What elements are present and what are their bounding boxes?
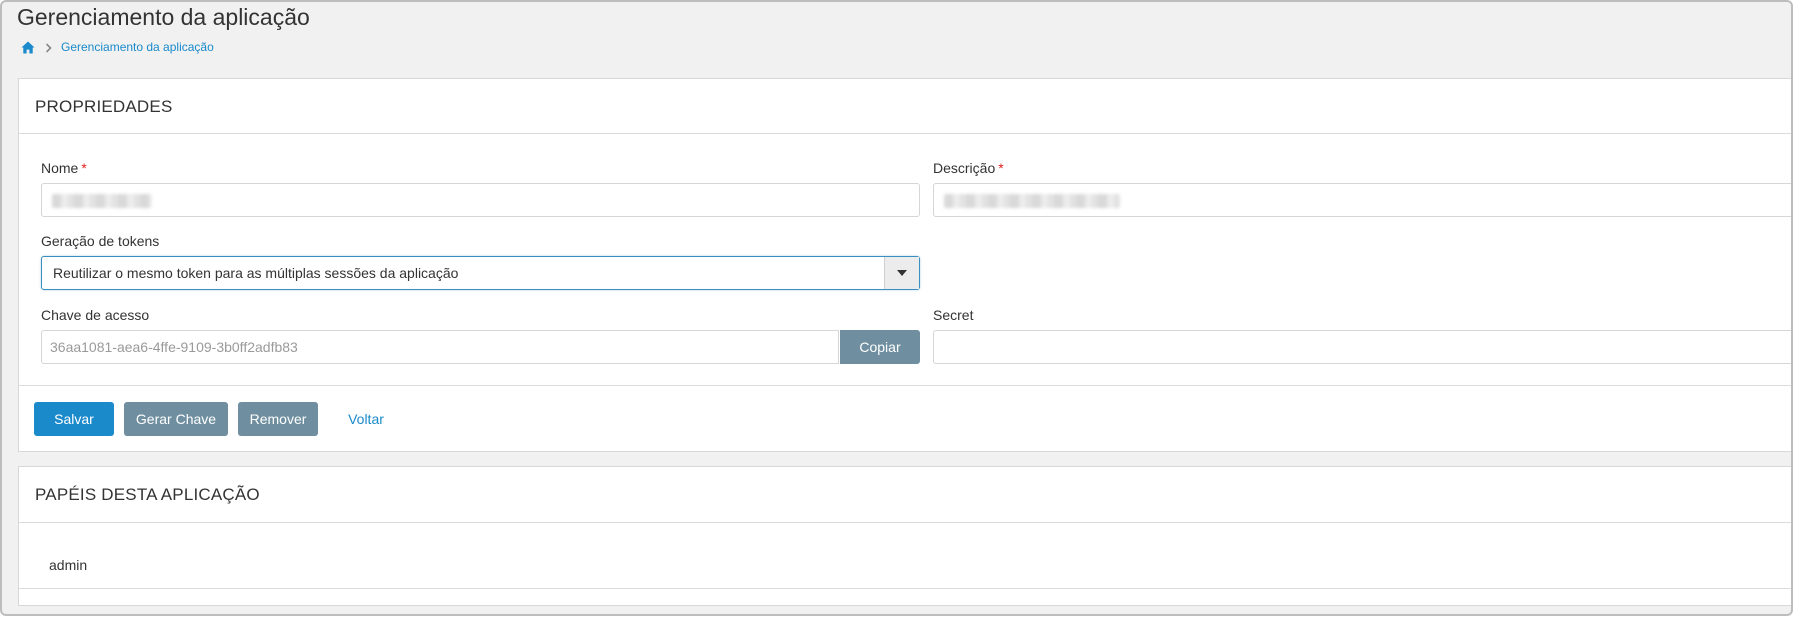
generate-key-button[interactable]: Gerar Chave	[124, 402, 228, 436]
chevron-down-icon[interactable]	[884, 257, 919, 289]
properties-heading: PROPRIEDADES	[35, 97, 173, 116]
access-key-label: Chave de acesso	[41, 307, 150, 323]
save-button[interactable]: Salvar	[34, 402, 114, 436]
description-label: Descrição *	[933, 160, 1004, 176]
redacted-value	[944, 194, 1120, 208]
description-input[interactable]	[933, 183, 1791, 217]
roles-heading: PAPÉIS DESTA APLICAÇÃO	[35, 485, 260, 504]
required-mark: *	[998, 160, 1004, 176]
secret-input[interactable]	[933, 330, 1791, 364]
secret-label: Secret	[933, 307, 974, 323]
roles-panel: PAPÉIS DESTA APLICAÇÃO admin	[18, 466, 1791, 606]
name-input[interactable]	[41, 183, 920, 217]
token-generation-select[interactable]: Reutilizar o mesmo token para as múltipl…	[41, 256, 920, 290]
breadcrumb-item-app-management[interactable]: Gerenciamento da aplicação	[61, 40, 214, 54]
app-window: Gerenciamento da aplicação Gerenciamento…	[0, 0, 1793, 616]
divider	[19, 522, 1791, 523]
divider	[19, 588, 1791, 589]
token-generation-value: Reutilizar o mesmo token para as múltipl…	[53, 265, 459, 281]
chevron-right-icon	[45, 42, 52, 53]
name-label: Nome *	[41, 160, 87, 176]
breadcrumb: Gerenciamento da aplicação	[21, 40, 214, 54]
copy-button[interactable]: Copiar	[840, 330, 920, 364]
role-item-admin[interactable]: admin	[49, 557, 87, 573]
redacted-value	[52, 194, 152, 208]
page-title: Gerenciamento da aplicação	[17, 4, 310, 30]
required-mark: *	[81, 160, 87, 176]
token-generation-label: Geração de tokens	[41, 233, 160, 249]
home-icon[interactable]	[21, 41, 35, 54]
properties-panel: PROPRIEDADES Nome * Descrição * Geração de…	[18, 78, 1791, 452]
remove-button[interactable]: Remover	[238, 402, 318, 436]
back-link[interactable]: Voltar	[341, 402, 391, 436]
access-key-input[interactable]	[41, 330, 839, 364]
divider	[19, 133, 1791, 134]
divider	[19, 385, 1791, 386]
